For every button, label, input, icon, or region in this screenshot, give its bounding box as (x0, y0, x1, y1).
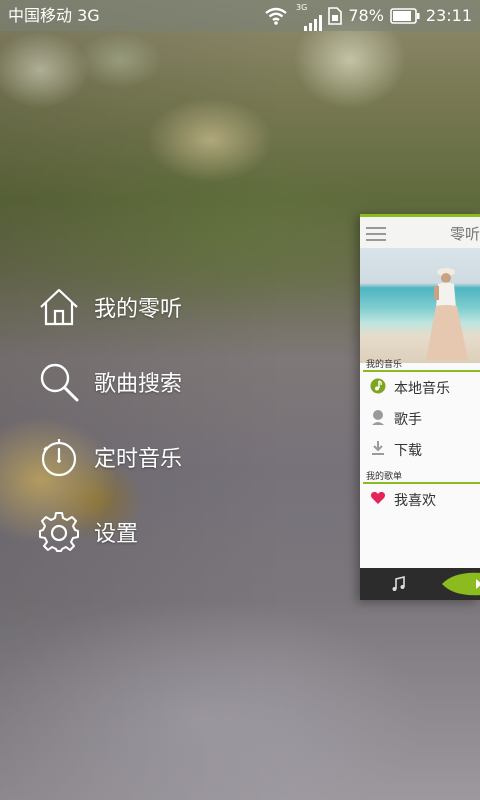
hamburger-icon[interactable] (366, 227, 386, 247)
section-my-playlists: 我的歌单 (366, 472, 403, 482)
section-my-music: 我的音乐 (366, 360, 403, 370)
menu-item-timer-music[interactable]: 定时音乐 (38, 435, 182, 479)
carrier-label: 中国移动 3G (8, 6, 100, 25)
battery-icon (390, 7, 420, 24)
preview-title: 零听 (449, 225, 480, 243)
music-icon[interactable] (390, 575, 406, 596)
network-type-label: 3G (296, 3, 308, 12)
status-bar: 中国移动 3G 3G 78% 23:11 (0, 0, 480, 31)
clock: 23:11 (425, 6, 472, 25)
section-divider (363, 370, 480, 372)
home-icon (38, 286, 80, 328)
menu-download[interactable]: 下载 (370, 439, 422, 461)
menu-favorites[interactable]: 我喜欢 (370, 489, 436, 511)
download-icon (370, 440, 386, 460)
signal-icon: 3G (293, 0, 323, 31)
menu-singer[interactable]: 歌手 (370, 408, 422, 430)
section-divider (363, 482, 480, 484)
wifi-icon (265, 7, 287, 25)
menu-label: 本地音乐 (394, 381, 450, 397)
sim-card-icon (328, 6, 343, 25)
play-button[interactable] (442, 571, 480, 600)
player-bar[interactable] (360, 568, 480, 600)
menu-item-settings[interactable]: 设置 (38, 510, 138, 554)
preview-header: 零听 (360, 214, 480, 248)
banner-image[interactable] (360, 248, 480, 363)
music-note-icon (370, 378, 386, 398)
menu-item-song-search[interactable]: 歌曲搜索 (38, 360, 182, 404)
menu-local-music[interactable]: 本地音乐 (370, 377, 450, 399)
menu-label: 下载 (394, 443, 422, 459)
timer-icon (38, 436, 80, 478)
menu-item-label: 定时音乐 (94, 447, 183, 472)
menu-item-my-lingting[interactable]: 我的零听 (38, 285, 182, 329)
menu-item-label: 歌曲搜索 (94, 372, 183, 397)
singer-icon (370, 409, 386, 429)
battery-percent: 78% (348, 6, 384, 25)
menu-label: 我喜欢 (394, 493, 436, 509)
menu-item-label: 设置 (94, 522, 139, 547)
status-icons: 3G 78% 23:11 (265, 0, 472, 31)
heart-icon (370, 490, 386, 510)
menu-item-label: 我的零听 (94, 297, 183, 322)
menu-label: 歌手 (394, 412, 422, 428)
search-icon (38, 361, 80, 403)
gear-icon (38, 511, 80, 553)
main-screen-preview[interactable]: 零听 我的音乐 本地音乐 歌手 下载 我的歌单 我喜欢 (360, 214, 480, 600)
